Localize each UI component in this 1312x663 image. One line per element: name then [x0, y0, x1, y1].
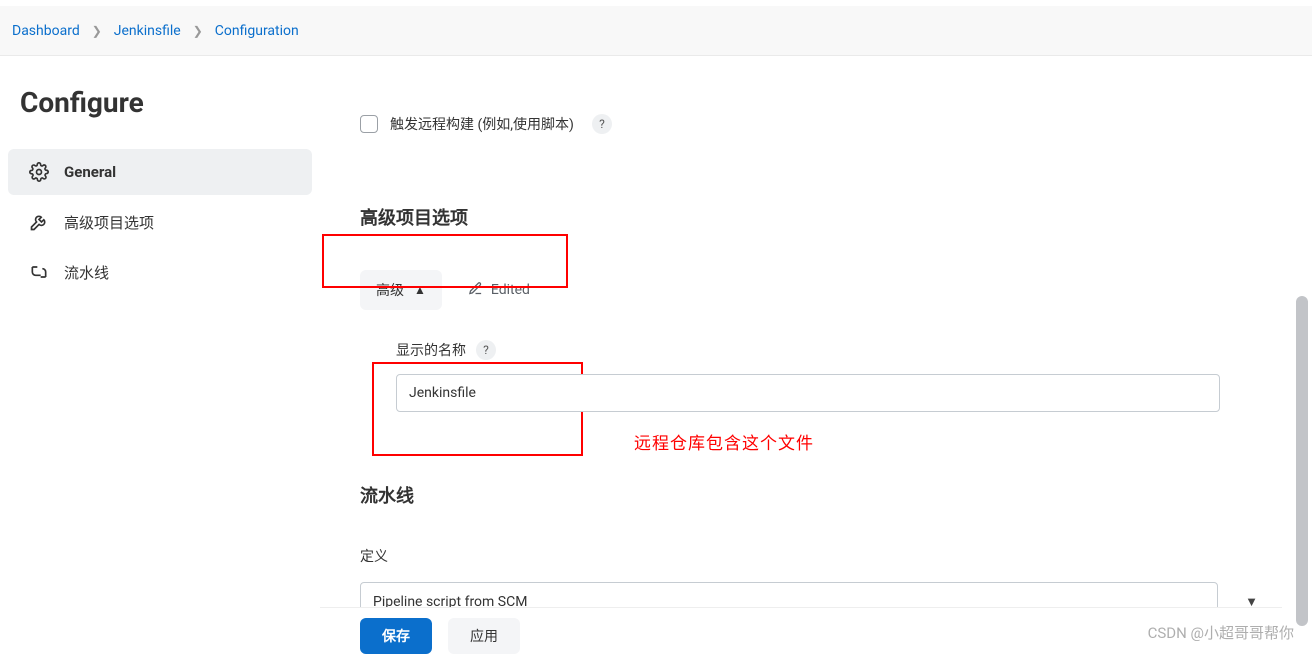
- breadcrumb: Dashboard ❯ Jenkinsfile ❯ Configuration: [0, 6, 1312, 56]
- wrench-icon: [28, 211, 50, 233]
- display-name-label: 显示的名称 ?: [396, 340, 496, 360]
- apply-button[interactable]: 应用: [448, 618, 520, 654]
- section-advanced-title: 高级项目选项: [360, 190, 560, 244]
- display-name-input[interactable]: [396, 374, 1220, 412]
- sidebar-item-advanced[interactable]: 高级项目选项: [8, 199, 312, 245]
- page-title: Configure: [0, 76, 320, 149]
- sidebar-item-pipeline[interactable]: 流水线: [8, 249, 312, 295]
- section-pipeline-title: 流水线: [360, 482, 1272, 508]
- button-label: 高级: [376, 280, 404, 300]
- save-button[interactable]: 保存: [360, 618, 432, 654]
- annotation-text: 远程仓库包含这个文件: [634, 429, 814, 454]
- action-bar: 保存 应用: [320, 607, 1282, 663]
- edited-label: Edited: [491, 282, 530, 298]
- sidebar-item-label: General: [64, 163, 116, 181]
- breadcrumb-configuration[interactable]: Configuration: [213, 19, 301, 43]
- checkbox[interactable]: [360, 115, 378, 133]
- sidebar-item-general[interactable]: General: [8, 149, 312, 195]
- breadcrumb-jenkinsfile[interactable]: Jenkinsfile: [112, 19, 183, 43]
- help-icon[interactable]: ?: [592, 114, 612, 134]
- remote-trigger-row[interactable]: 触发远程构建 (例如,使用脚本) ?: [360, 114, 1272, 134]
- edited-indicator: Edited: [468, 281, 530, 300]
- breadcrumb-dashboard[interactable]: Dashboard: [10, 19, 82, 43]
- checkbox-label: 触发远程构建 (例如,使用脚本): [390, 114, 574, 134]
- advanced-toggle-button[interactable]: 高级 ▲: [360, 270, 442, 310]
- chevron-up-icon: ▲: [414, 283, 426, 297]
- chevron-right-icon: ❯: [92, 24, 102, 38]
- sidebar-item-label: 流水线: [64, 262, 109, 283]
- pencil-icon: [468, 281, 483, 300]
- main-content: 触发远程构建 (例如,使用脚本) ? 高级项目选项 高级 ▲ Edited 远程…: [320, 56, 1312, 663]
- definition-label: 定义: [360, 546, 1272, 566]
- sidebar-item-label: 高级项目选项: [64, 212, 154, 233]
- chevron-right-icon: ❯: [193, 24, 203, 38]
- scrollbar-thumb[interactable]: [1296, 296, 1308, 626]
- pipeline-icon: [28, 261, 50, 283]
- help-icon[interactable]: ?: [476, 340, 496, 360]
- scrollbar-track[interactable]: [1296, 6, 1310, 661]
- gear-icon: [28, 161, 50, 183]
- sidebar: Configure General 高级项目选项 流水线: [0, 56, 320, 663]
